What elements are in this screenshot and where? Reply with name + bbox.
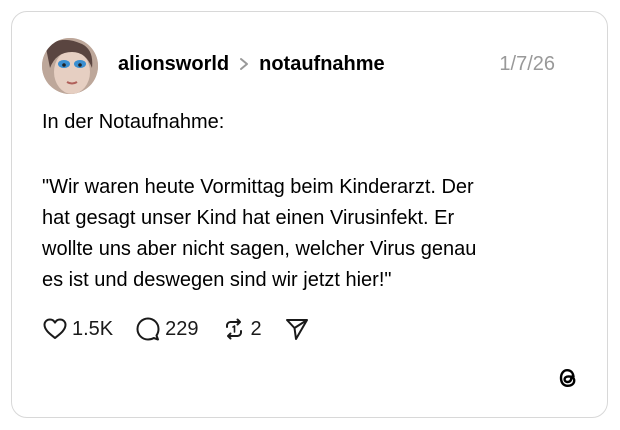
quote-line: wollte uns aber nicht sagen, welcher Vir…	[42, 238, 477, 260]
repost-count: 2	[250, 317, 262, 340]
avatar[interactable]	[42, 38, 98, 94]
like-count: 1.5K	[72, 317, 114, 340]
chevron-right-icon	[239, 57, 249, 71]
repost-icon	[221, 316, 247, 342]
comment-icon	[135, 316, 161, 342]
post-card: alionsworld notaufnahme 1/7/26 In der No…	[11, 11, 608, 418]
community-link[interactable]: notaufnahme	[259, 53, 385, 76]
quote-line: hat gesagt unser Kind hat einen Virusinf…	[42, 207, 455, 229]
like-button[interactable]: 1.5K	[42, 317, 113, 341]
quote-line: "Wir waren heute Vormittag beim Kinderar…	[42, 176, 474, 198]
send-icon	[284, 316, 310, 342]
post-actions: 1.5K 229 2	[42, 314, 332, 344]
share-button[interactable]	[284, 316, 310, 342]
quote-line: es ist und deswegen sind wir jetzt hier!…	[42, 269, 392, 291]
repost-button[interactable]: 2	[221, 316, 262, 342]
post-intro-text: In der Notaufnahme:	[42, 111, 225, 133]
threads-logo-icon	[555, 365, 581, 391]
username-link[interactable]: alionsworld	[118, 53, 229, 76]
post-quote-text: "Wir waren heute Vormittag beim Kinderar…	[42, 172, 562, 296]
reply-count: 229	[165, 317, 199, 340]
post-header: alionsworld notaufnahme	[118, 50, 385, 78]
reply-button[interactable]: 229	[135, 316, 199, 342]
heart-icon	[42, 317, 68, 341]
post-date[interactable]: 1/7/26	[499, 50, 555, 78]
